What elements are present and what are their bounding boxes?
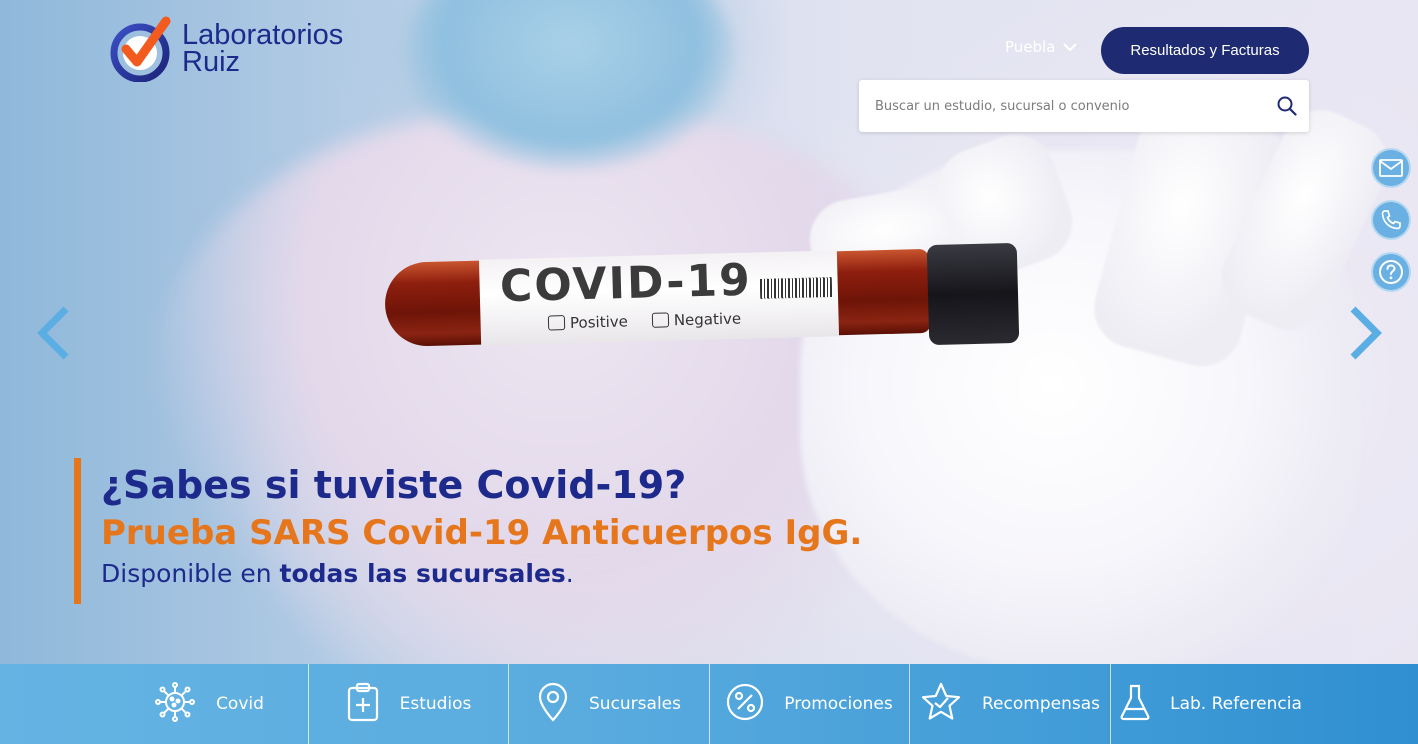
virus-icon bbox=[154, 681, 196, 728]
nav-label-estudios: Estudios bbox=[399, 694, 472, 714]
hero-title: ¿Sabes si tuviste Covid-19? bbox=[101, 463, 687, 507]
nav-label-sucursales: Sucursales bbox=[589, 694, 681, 714]
hero-availability-suffix: . bbox=[565, 559, 574, 588]
search-bar bbox=[859, 80, 1309, 132]
logo-check-icon bbox=[110, 16, 176, 83]
hero-availability-bold: todas las sucursales bbox=[279, 559, 566, 588]
brand-name: Laboratorios Ruiz bbox=[182, 19, 344, 78]
chevron-down-icon bbox=[1063, 38, 1078, 56]
help-icon[interactable] bbox=[1371, 252, 1411, 292]
hero-headline: ¿Sabes si tuviste Covid-19? Prueba SARS … bbox=[74, 458, 862, 604]
phone-icon[interactable] bbox=[1371, 200, 1411, 240]
location-pin-icon bbox=[537, 682, 569, 727]
barcode bbox=[759, 277, 833, 299]
star-icon bbox=[920, 681, 962, 728]
nav-item-recompensas[interactable]: Recompensas bbox=[910, 664, 1111, 744]
region-label: Puebla bbox=[1005, 38, 1056, 56]
nav-item-covid[interactable]: Covid bbox=[110, 664, 309, 744]
nav-label-lab-referencia: Lab. Referencia bbox=[1170, 694, 1302, 714]
flask-icon bbox=[1120, 683, 1150, 726]
mail-icon[interactable] bbox=[1371, 148, 1411, 188]
quick-nav-bar: Covid Estudios Sucursales Promociones Re… bbox=[0, 664, 1418, 744]
carousel-next-arrow[interactable] bbox=[1345, 305, 1385, 361]
brand-logo[interactable]: Laboratorios Ruiz bbox=[110, 16, 344, 83]
tube-option-positive: Positive bbox=[548, 312, 628, 332]
brand-name-line2: Ruiz bbox=[182, 46, 241, 78]
brand-name-line1: Laboratorios bbox=[182, 19, 344, 51]
tube-title: COVID-19 bbox=[499, 254, 753, 313]
nav-item-sucursales[interactable]: Sucursales bbox=[509, 664, 710, 744]
nav-label-recompensas: Recompensas bbox=[982, 694, 1100, 714]
region-selector[interactable]: Puebla bbox=[1005, 38, 1078, 56]
test-tube-cap bbox=[926, 242, 1020, 346]
nav-item-lab-referencia[interactable]: Lab. Referencia bbox=[1111, 664, 1311, 744]
percent-icon bbox=[726, 683, 764, 726]
hero-availability-prefix: Disponible en bbox=[101, 559, 280, 588]
carousel-prev-arrow[interactable] bbox=[34, 305, 74, 361]
search-icon[interactable] bbox=[1265, 80, 1309, 132]
tube-option-negative: Negative bbox=[652, 309, 742, 329]
search-input[interactable] bbox=[859, 98, 1265, 114]
hero-subtitle: Prueba SARS Covid-19 Anticuerpos IgG. bbox=[101, 513, 863, 553]
nav-label-covid: Covid bbox=[216, 694, 264, 714]
nav-label-promociones: Promociones bbox=[784, 694, 893, 714]
hero-availability: Disponible en todas las sucursales. bbox=[101, 556, 862, 592]
results-invoices-button[interactable]: Resultados y Facturas bbox=[1101, 27, 1309, 74]
nav-item-promociones[interactable]: Promociones bbox=[710, 664, 910, 744]
nav-item-estudios[interactable]: Estudios bbox=[309, 664, 509, 744]
clipboard-plus-icon bbox=[346, 682, 380, 727]
